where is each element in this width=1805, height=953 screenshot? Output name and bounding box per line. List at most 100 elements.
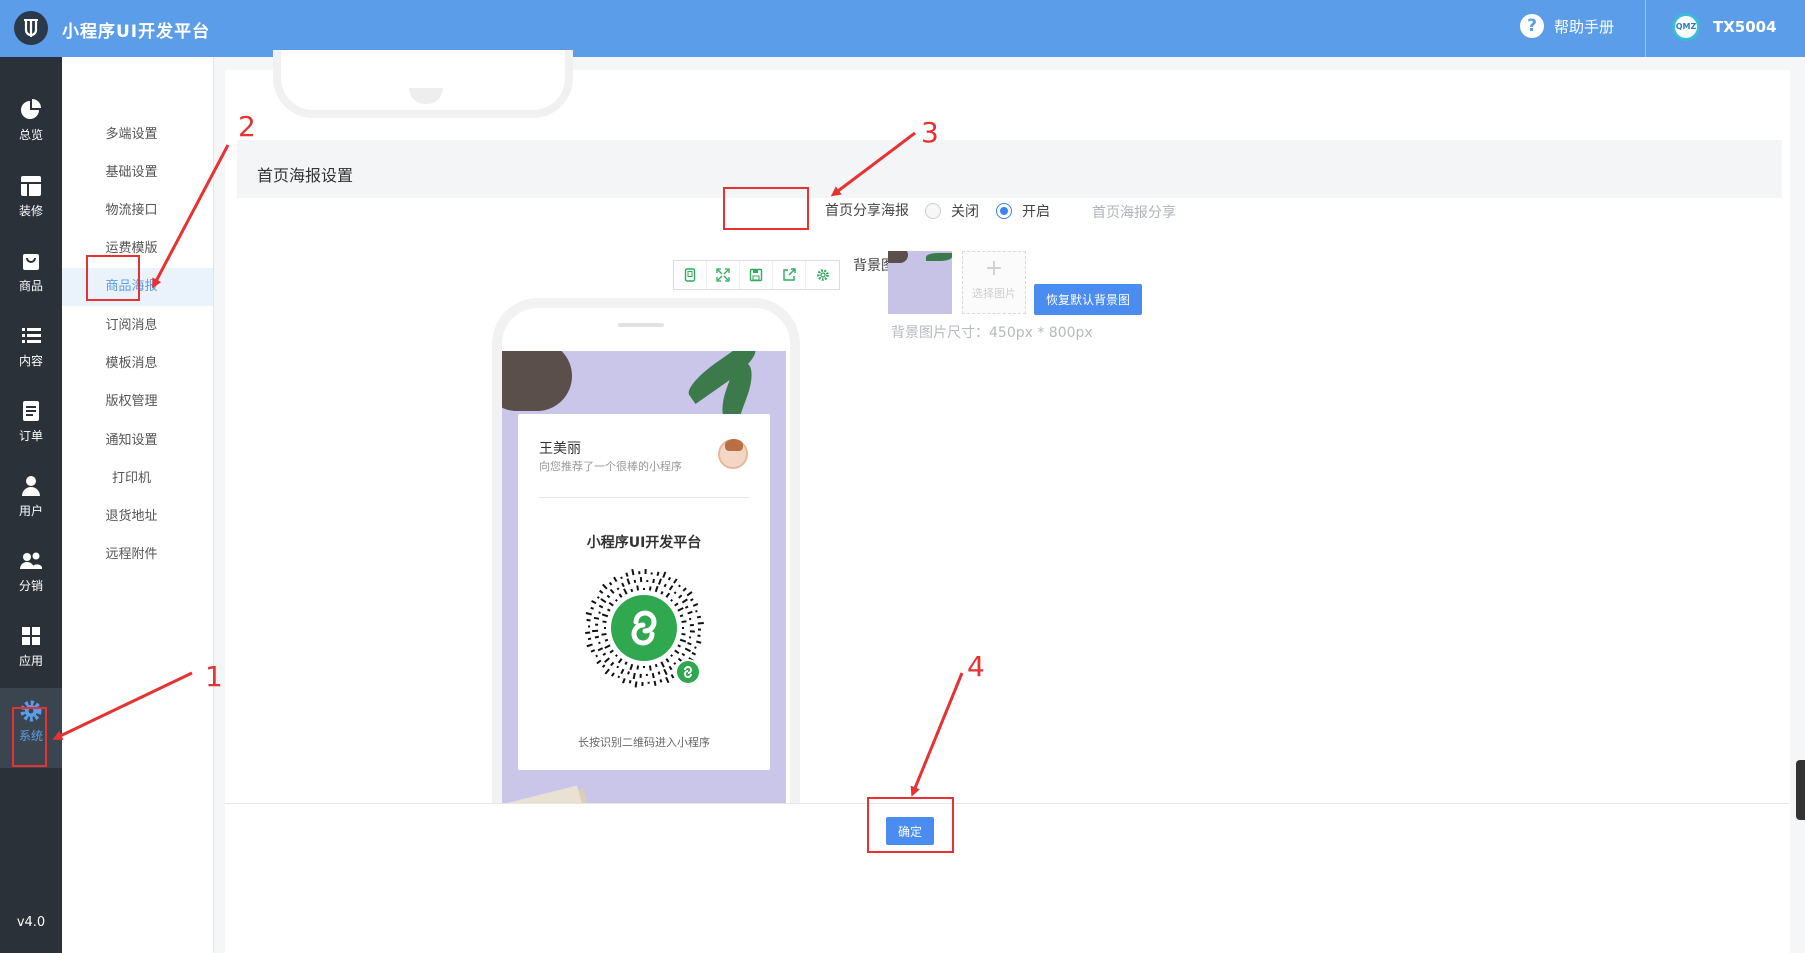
code-pattern-mark [610,661,615,667]
code-pattern-mark [610,672,615,677]
logo-icon[interactable] [14,11,48,45]
gear-icon [816,269,829,281]
section-title: 首页海报设置 [257,166,354,185]
sidebar-item-products[interactable]: 商品 [0,238,62,308]
submenu-item-multi-platform[interactable]: 多端设置 [62,116,213,154]
settings-button[interactable] [806,261,839,289]
code-pattern-mark [656,571,660,576]
sidebar-item-label: 用户 [18,504,43,518]
submenu-item-logistics[interactable]: 物流接口 [62,192,213,230]
code-pattern-mark [590,606,594,610]
code-pattern-mark [663,583,667,588]
code-pattern-mark [665,676,670,684]
radio-circle-checked [996,203,1012,219]
radio-on[interactable]: 开启 [996,201,1050,221]
radio-off[interactable]: 关闭 [925,201,979,221]
submenu-item-template-messages[interactable]: 模板消息 [62,345,213,383]
code-pattern-mark [601,632,607,636]
radio-circle [925,203,941,219]
code-pattern-mark [604,644,611,649]
device-button[interactable] [674,261,707,289]
share-button[interactable] [773,261,806,289]
code-pattern-mark [663,668,668,676]
sidebar-item-distribution[interactable]: 分销 [0,538,62,608]
code-pattern-mark [687,642,692,646]
upload-image-box[interactable]: + 选择图片 [962,251,1026,314]
sidebar-item-overview[interactable]: 总览 [0,87,62,157]
code-pattern-mark [657,671,661,675]
code-pattern-mark [586,643,593,648]
code-pattern-mark [636,665,640,670]
code-pattern-mark [609,588,615,594]
save-button[interactable] [740,261,773,289]
phone-home-button [409,88,443,104]
sidebar-item-decoration[interactable]: 装修 [0,163,62,233]
restore-default-background-button[interactable]: 恢复默认背景图 [1034,284,1142,315]
code-pattern-mark [696,615,702,619]
code-pattern-mark [616,587,620,591]
user-icon [22,476,40,496]
sidebar-item-label: 应用 [18,654,43,668]
code-pattern-mark [668,585,674,591]
background-size-hint: 背景图片尺寸：450px * 800px [891,325,1093,341]
code-pattern-mark [631,568,635,576]
poster-recommend-text: 向您推荐了一个很棒的小程序 [539,460,682,473]
poster-scan-hint: 长按识别二维码进入小程序 [578,736,710,749]
code-pattern-mark [691,651,696,656]
user-menu[interactable]: QMZ TX5004 [1672,13,1805,41]
step-number-4: 4 [967,650,985,683]
header-divider [1645,0,1646,57]
fullscreen-button[interactable] [707,261,740,289]
submenu-item-remote-attachments[interactable]: 远程附件 [62,536,213,574]
sidebar-item-orders[interactable]: 订单 [0,388,62,458]
decoration-object [502,351,572,411]
code-pattern-mark [604,668,610,675]
code-pattern-mark [598,641,601,645]
poster-card: 王美丽 向您推荐了一个很棒的小程序 小程序UI开发平台 长按识别二维码进入小程序 [518,414,770,770]
code-pattern-mark [602,620,607,624]
share-poster-label: 首页分享海报 [825,203,909,219]
code-pattern-mark [636,585,640,591]
sidebar-item-apps[interactable]: 应用 [0,613,62,683]
upload-label: 选择图片 [972,287,1016,300]
sidebar-item-content[interactable]: 内容 [0,313,62,383]
code-pattern-mark [673,578,678,584]
background-thumbnail[interactable] [888,251,952,314]
submenu-item-subscription-messages[interactable]: 订阅消息 [62,307,213,345]
help-label: 帮助手册 [1554,17,1615,36]
code-pattern-mark [678,584,681,588]
share-poster-hint: 首页海报分享 [1092,205,1176,221]
code-pattern-mark [654,663,658,668]
code-pattern-mark [601,613,609,618]
submenu-item-return-address[interactable]: 退货地址 [62,498,213,536]
code-pattern-mark [648,586,652,591]
code-pattern-mark [632,672,636,680]
step-number-1: 1 [205,660,223,693]
submenu-item-notifications[interactable]: 通知设置 [62,422,213,460]
username: TX5004 [1713,18,1777,36]
code-pattern-mark [602,652,607,656]
help-link[interactable]: ? 帮助手册 [1520,14,1614,38]
code-pattern-mark [604,657,610,663]
code-pattern-mark [599,589,604,594]
system-submenu: 多端设置 基础设置 物流接口 运费模版 商品海报 订阅消息 模板消息 版权管理 … [62,57,214,953]
code-pattern-mark [696,640,702,644]
side-scroll-handle[interactable] [1796,760,1805,820]
submenu-item-basic-settings[interactable]: 基础设置 [62,154,213,192]
poster-app-title: 小程序UI开发平台 [586,535,702,551]
layout-icon [21,176,41,196]
code-pattern-mark [591,600,597,605]
help-icon: ? [1520,14,1544,38]
code-pattern-mark [648,665,652,671]
sidebar-item-label: 分销 [18,579,43,593]
code-pattern-mark [633,579,637,584]
submenu-item-copyright[interactable]: 版权管理 [62,383,213,421]
code-pattern-mark [684,647,691,653]
code-pattern-mark [620,668,625,675]
sidebar-item-users[interactable]: 用户 [0,463,62,533]
code-pattern-mark [625,572,629,577]
avatar: QMZ [1672,13,1700,41]
submenu-item-printer[interactable]: 打印机 [62,460,213,498]
poster-divider [539,497,749,498]
shopping-bag-icon [23,254,39,270]
